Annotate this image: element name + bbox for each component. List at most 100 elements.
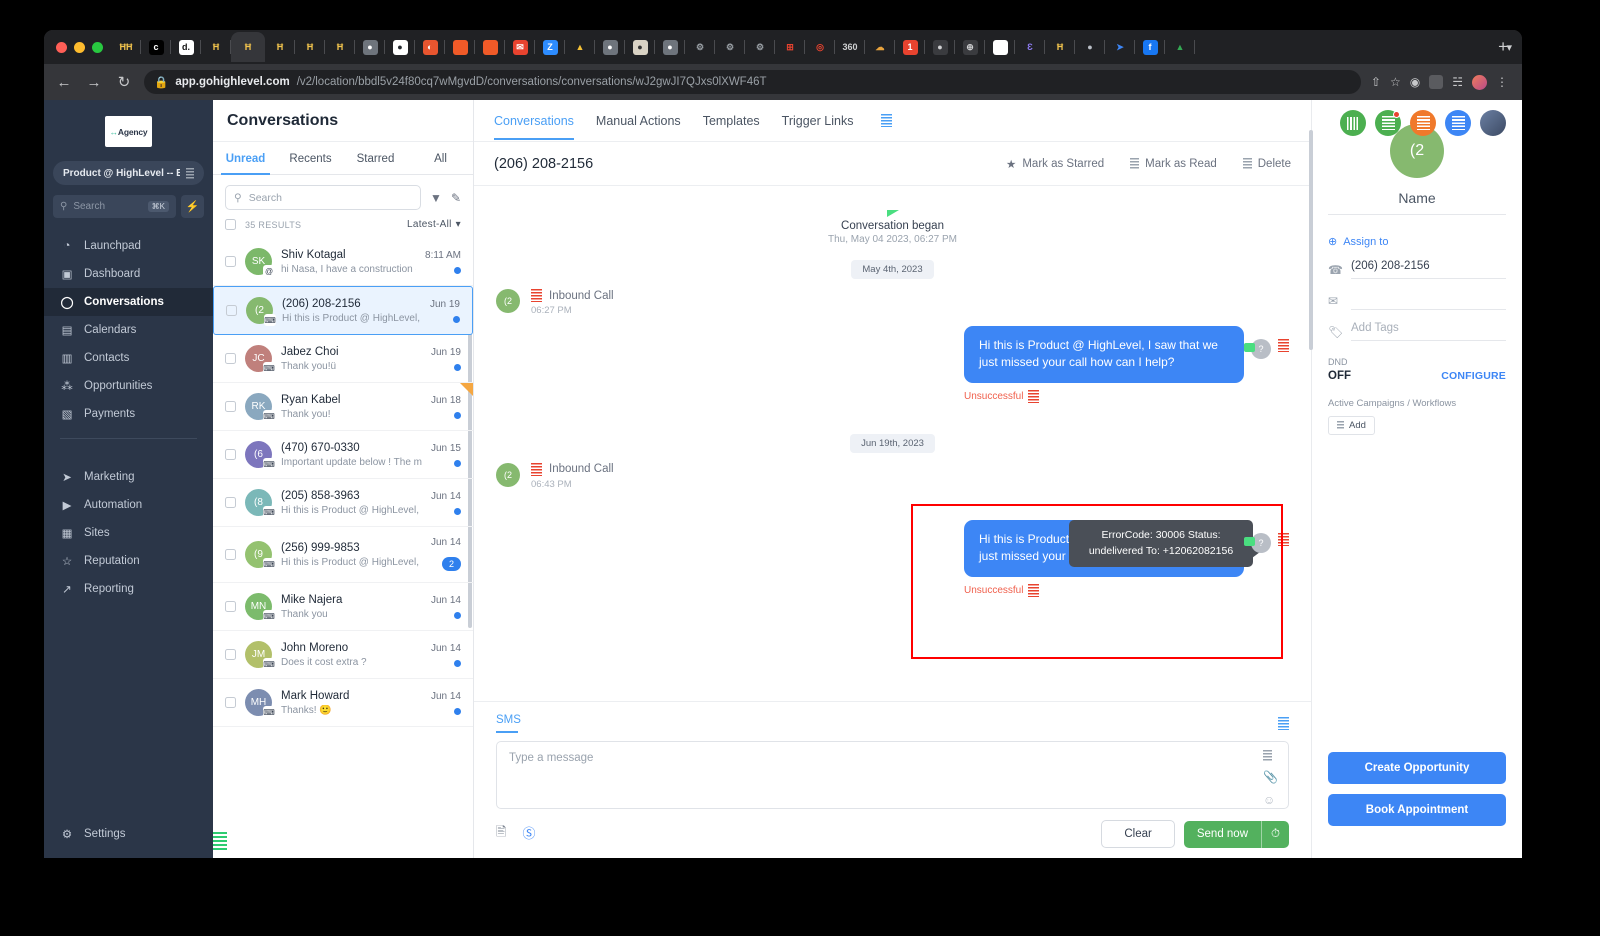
tab-notify[interactable]: 1 <box>895 32 925 62</box>
sort-dropdown[interactable]: Latest-All ▾ <box>407 219 461 230</box>
tab-facebook[interactable]: f <box>1135 32 1165 62</box>
minimize-window-button[interactable] <box>74 41 85 53</box>
sidebar-item-dashboard[interactable]: ▣ Dashboard <box>44 260 213 288</box>
email-field[interactable]: ✉ <box>1328 291 1506 310</box>
document-blue-icon[interactable] <box>1445 110 1471 136</box>
puzzle-extension-icon[interactable]: ☵ <box>1452 75 1463 89</box>
sidebar-item-contacts[interactable]: ▥ Contacts <box>44 344 213 372</box>
clear-button[interactable]: Clear <box>1101 820 1175 848</box>
bookmark-star-icon[interactable]: ☆ <box>1390 75 1401 89</box>
row-checkbox[interactable] <box>225 697 236 708</box>
tab-orange-square-2[interactable] <box>475 32 505 62</box>
thread-actions[interactable]: ★ Mark as Starred Mark as Read Delete <box>1006 157 1291 171</box>
conversation-filter-tabs[interactable]: Unread Recents Starred All <box>213 142 473 175</box>
add-campaign-button[interactable]: Add <box>1328 416 1375 435</box>
lines-icon[interactable] <box>1263 750 1273 761</box>
conversation-list-item[interactable]: JM ⌨ John Moreno Does it cost extra ? Jun 14 <box>213 631 473 679</box>
emoji-smiley-icon[interactable]: ☺ <box>1263 793 1278 807</box>
tab-zoom[interactable]: Z <box>535 32 565 62</box>
book-appointment-button[interactable]: Book Appointment <box>1328 794 1506 826</box>
row-checkbox[interactable] <box>225 549 236 560</box>
conversation-list-item[interactable]: RK ⌨ Ryan Kabel Thank you! Jun 18 <box>213 383 473 431</box>
tags-field[interactable]: 🏷 Add Tags <box>1328 322 1506 341</box>
tab-highlevel-1[interactable]: Ħ <box>201 32 231 62</box>
new-tab-button[interactable]: + <box>1490 37 1516 57</box>
error-lines-icon[interactable] <box>1278 532 1289 546</box>
tab-templates[interactable]: Templates <box>703 102 760 139</box>
browser-menu-icon[interactable]: ⋮ <box>1496 75 1508 89</box>
tab-highlevel-active[interactable]: Ħ <box>231 32 265 62</box>
tab-orange-square[interactable] <box>445 32 475 62</box>
section-tabs[interactable]: Conversations Manual Actions Templates Trig… <box>494 102 853 140</box>
assign-to-button[interactable]: ⊕ Assign to <box>1328 235 1506 249</box>
user-avatar[interactable] <box>1480 110 1506 136</box>
filter-funnel-icon[interactable]: ▼ <box>430 191 442 205</box>
url-input[interactable]: 🔒 app.gohighlevel.com/v2/location/bbdl5v… <box>144 70 1361 94</box>
app-top-icons[interactable] <box>1340 110 1506 136</box>
conversation-list-item[interactable]: (6 ⌨ (470) 670-0330 Important update below … <box>213 431 473 479</box>
tab-badge[interactable]: ⊕ <box>955 32 985 62</box>
paperclip-icon[interactable]: 📎 <box>1263 770 1278 784</box>
tab-gear-1[interactable]: ⚙ <box>685 32 715 62</box>
subtab-recents[interactable]: Recents <box>278 142 343 174</box>
contact-name[interactable]: Name <box>1328 190 1506 215</box>
conversation-list-item[interactable]: JC ⌨ Jabez Choi Thank you!ü Jun 19 <box>213 335 473 383</box>
dollar-circle-icon[interactable]: Ⓢ <box>522 823 535 845</box>
sidebar-item-marketing[interactable]: ➤ Marketing <box>44 463 213 491</box>
composer-options-icon[interactable] <box>1278 717 1289 730</box>
share-icon[interactable]: ⇧ <box>1371 75 1381 89</box>
delete-button[interactable]: Delete <box>1242 157 1291 171</box>
conversation-list-item[interactable]: (2 ⌨ (206) 208-2156 Hi this is Product @ Hi… <box>213 286 473 335</box>
conversation-list-item[interactable]: (9 ⌨ (256) 999-9853 Hi this is Product @ Hi… <box>213 527 473 583</box>
configure-button[interactable]: CONFIGURE <box>1441 370 1506 382</box>
panel-scrollbar[interactable] <box>1309 130 1313 350</box>
subtab-starred[interactable]: Starred <box>343 142 408 174</box>
tab-mail[interactable]: ✉ <box>505 32 535 62</box>
sidebar-search-input[interactable]: ⚲ Search ⌘K <box>53 195 176 218</box>
maximize-window-button[interactable] <box>92 41 103 53</box>
document-icon[interactable]: 🖹 <box>496 823 506 845</box>
tab-jenkins[interactable]: ● <box>625 32 655 62</box>
clock-icon[interactable]: ⏱ <box>1262 821 1289 848</box>
conversation-list-item[interactable]: MH ⌨ Mark Howard Thanks! 🙂 Jun 14 <box>213 679 473 727</box>
row-checkbox[interactable] <box>225 353 236 364</box>
tab-grid-red[interactable]: ⊞ <box>775 32 805 62</box>
tab-highlevel-2[interactable]: Ħ <box>265 32 295 62</box>
select-all-checkbox[interactable] <box>225 219 236 230</box>
sidebar-item-sites[interactable]: ▦ Sites <box>44 519 213 547</box>
search-input[interactable]: ⚲ Search <box>225 185 422 210</box>
row-checkbox[interactable] <box>225 649 236 660</box>
tab-highlevel-5[interactable]: Ħ <box>1045 32 1075 62</box>
tab-gdrive[interactable]: ▲ <box>1165 32 1195 62</box>
browser-tabs[interactable]: ĦĦ c d. Ħ Ħ Ħ Ħ Ħ ● ● ◐ ✉ Z ▲ ● ● ● ⚙ ⚙ ⚙ ⊞ ◎ 360 ☁ 1 ● ⊕ ● Ɛ Ħ ● ➤ f ▲ <box>111 32 1490 62</box>
tab-script-e[interactable]: Ɛ <box>1015 32 1045 62</box>
sidebar-item-payments[interactable]: ▧ Payments <box>44 400 213 428</box>
close-window-button[interactable] <box>56 41 67 53</box>
conversation-list-item[interactable]: MN ⌨ Mike Najera Thank you Jun 14 <box>213 583 473 631</box>
tab-conversations[interactable]: Conversations <box>494 102 574 140</box>
window-traffic-lights[interactable] <box>50 41 111 53</box>
tab-cloud[interactable]: ☁ <box>865 32 895 62</box>
sidebar-item-launchpad[interactable]: ◔ Launchpad <box>44 232 213 260</box>
tab-firebase[interactable]: ▲ <box>565 32 595 62</box>
conversation-list-item[interactable]: (8 ⌨ (205) 858-3963 Hi this is Product @ Hi… <box>213 479 473 527</box>
notes-notification-icon[interactable] <box>1375 110 1401 136</box>
document-orange-icon[interactable] <box>1410 110 1436 136</box>
subtab-all[interactable]: All <box>408 142 473 174</box>
tab-gear-2[interactable]: ⚙ <box>715 32 745 62</box>
conversation-list-item[interactable]: SK @ Shiv Kotagal hi Nasa, I have a constru… <box>213 238 473 286</box>
sidebar-item-automation[interactable]: ▶ Automation <box>44 491 213 519</box>
tab-gear-3[interactable]: ⚙ <box>745 32 775 62</box>
row-checkbox[interactable] <box>225 401 236 412</box>
create-opportunity-button[interactable]: Create Opportunity <box>1328 752 1506 784</box>
barcode-icon[interactable] <box>1340 110 1366 136</box>
tab-send-blue[interactable]: ➤ <box>1105 32 1135 62</box>
tab-highlevel-3[interactable]: Ħ <box>295 32 325 62</box>
row-checkbox[interactable] <box>225 449 236 460</box>
camera-icon[interactable]: ◉ <box>1410 75 1420 89</box>
tab-globe-1[interactable]: ● <box>355 32 385 62</box>
message-input[interactable]: Type a message 📎 ☺ <box>496 741 1289 809</box>
row-checkbox[interactable] <box>225 497 236 508</box>
sidebar-item-settings[interactable]: ⚙ Settings <box>44 820 213 848</box>
tab-tracker[interactable]: ĦĦ <box>111 32 141 62</box>
